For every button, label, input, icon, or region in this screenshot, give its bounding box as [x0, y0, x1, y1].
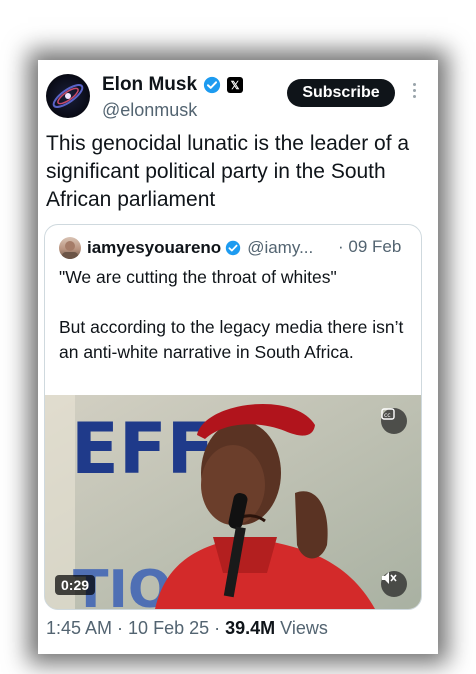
x-affiliate-badge-icon: 𝕏	[227, 77, 244, 93]
video-frame: EFF TIO	[45, 395, 421, 609]
tweet-meta: 1:45 AM · 10 Feb 25 · 39.4M Views	[46, 618, 328, 639]
quoted-tweet[interactable]: iamyesyouareno @iamy... · 09 Feb "We are…	[44, 224, 422, 610]
author-name[interactable]: Elon Musk	[102, 74, 197, 96]
subscribe-button[interactable]: Subscribe	[287, 79, 395, 107]
author-avatar[interactable]	[46, 74, 90, 118]
video-player[interactable]: EFF TIO cc 0:29	[45, 395, 421, 609]
tweet-card: Elon Musk 𝕏 @elonmusk Subscribe This gen…	[38, 60, 438, 654]
verified-badge-icon	[225, 240, 241, 256]
quoted-author-handle[interactable]: @iamy...	[247, 238, 313, 258]
tweet-text: This genocidal lunatic is the leader of …	[46, 132, 410, 211]
video-banner-text: EFF	[71, 408, 214, 490]
quoted-tweet-line: But according to the legacy media there …	[59, 317, 404, 362]
views-count: 39.4M	[225, 618, 276, 638]
video-duration: 0:29	[55, 575, 96, 595]
more-options-icon[interactable]	[406, 80, 422, 104]
muted-speaker-icon[interactable]	[381, 571, 407, 597]
quoted-author-avatar[interactable]	[59, 237, 81, 259]
meta-separator: ·	[112, 618, 129, 638]
author-handle[interactable]: @elonmusk	[102, 100, 197, 121]
quoted-tweet-line: "We are cutting the throat of whites"	[59, 267, 337, 287]
meta-separator: ·	[209, 618, 226, 638]
verified-badge-icon	[203, 76, 221, 94]
quoted-author-name[interactable]: iamyesyouareno	[87, 238, 221, 258]
closed-captions-icon[interactable]: cc	[381, 408, 407, 434]
quoted-tweet-text: "We are cutting the throat of whites" Bu…	[59, 265, 409, 365]
views-label: Views	[280, 618, 328, 638]
svg-text:cc: cc	[384, 412, 391, 419]
tweet-date[interactable]: 10 Feb 25	[128, 618, 209, 638]
tweet-time[interactable]: 1:45 AM	[46, 618, 112, 638]
quoted-tweet-date[interactable]: · 09 Feb	[338, 237, 401, 257]
